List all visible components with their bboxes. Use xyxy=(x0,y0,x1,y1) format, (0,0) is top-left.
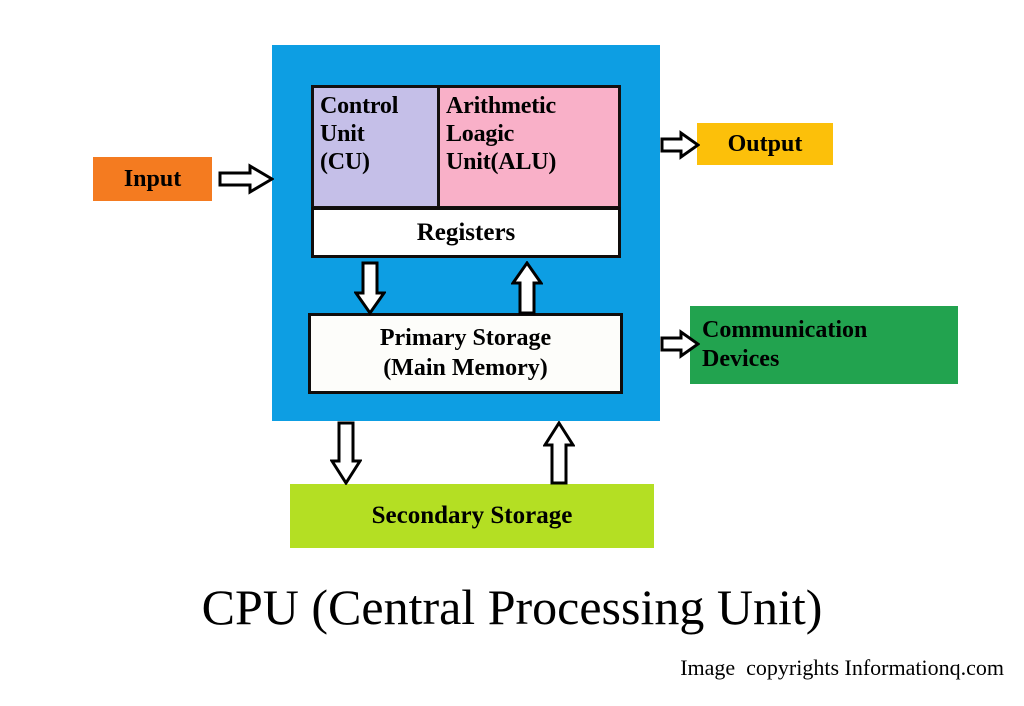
communication-devices-line2: Devices xyxy=(702,346,780,372)
arrow-registers-to-primary-storage-icon xyxy=(354,261,386,315)
communication-devices-label: Communication Devices xyxy=(702,316,867,374)
diagram-title: CPU (Central Processing Unit) xyxy=(201,579,823,635)
communication-devices-line1: Communication xyxy=(702,317,868,344)
registers-label: Registers xyxy=(416,218,516,246)
cpu-block-diagram: Control Unit (CU) Arithmetic Loagic Unit… xyxy=(0,0,1024,706)
registers-box: Registers xyxy=(311,207,621,258)
secondary-storage-box: Secondary Storage xyxy=(290,484,654,548)
communication-devices-box: Communication Devices xyxy=(690,306,958,384)
copyright-credit: Image copyrights Informationq.com xyxy=(680,655,1004,680)
alu-box: Arithmetic Loagic Unit(ALU) xyxy=(438,85,621,209)
primary-storage-line2: (Main Memory) xyxy=(383,354,548,381)
input-label: Input xyxy=(123,165,182,192)
control-unit-box: Control Unit (CU) xyxy=(311,85,439,209)
arrow-secondary-storage-to-cpu-icon xyxy=(543,421,575,485)
output-box: Output xyxy=(697,123,833,165)
arrow-cpu-to-secondary-storage-icon xyxy=(330,421,362,485)
primary-storage-box: Primary Storage (Main Memory) xyxy=(308,313,623,394)
control-unit-line1: Control xyxy=(320,93,399,119)
input-box: Input xyxy=(93,157,212,201)
output-label: Output xyxy=(727,130,803,157)
alu-line1: Arithmetic xyxy=(446,93,556,119)
primary-storage-line1: Primary Storage xyxy=(379,325,552,352)
control-unit-line2: Unit xyxy=(320,121,365,148)
arrow-cpu-to-communication-icon xyxy=(660,329,700,359)
arrow-input-to-cpu-icon xyxy=(218,163,274,195)
secondary-storage-label: Secondary Storage xyxy=(371,502,573,529)
alu-line2: Loagic xyxy=(446,121,515,148)
alu-line3: Unit(ALU) xyxy=(446,149,557,176)
control-unit-label: Control Unit (CU) xyxy=(314,88,398,176)
alu-label: Arithmetic Loagic Unit(ALU) xyxy=(440,88,556,176)
arrow-cpu-to-output-icon xyxy=(660,130,700,160)
control-unit-line3: (CU) xyxy=(320,149,370,176)
arrow-primary-storage-to-registers-icon xyxy=(511,261,543,315)
